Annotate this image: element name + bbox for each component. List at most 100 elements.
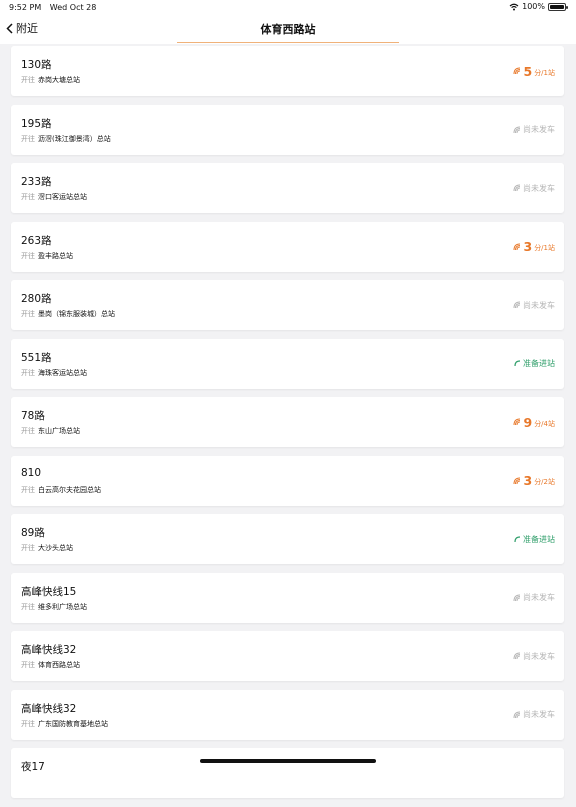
status-not-departed: 尚未发车 bbox=[513, 163, 555, 213]
route-card[interactable]: 233路开往 滘口客运站总站 尚未发车 bbox=[11, 163, 564, 213]
destination-name: 墨岗（锦东服装城）总站 bbox=[38, 310, 115, 318]
route-card[interactable]: 高峰快线32 开往 广东国防教育基地总站 尚未发车 bbox=[11, 689, 564, 740]
status-text: 尚未发车 bbox=[523, 593, 555, 602]
signal-icon bbox=[513, 418, 521, 426]
signal-icon bbox=[513, 126, 521, 133]
signal-icon bbox=[513, 594, 521, 601]
eta-unit: 分/1站 bbox=[534, 68, 555, 77]
destination-prefix: 开往 bbox=[21, 193, 35, 201]
arriving-icon bbox=[514, 535, 521, 542]
page-title: 体育西路站 bbox=[260, 23, 316, 36]
signal-icon bbox=[513, 67, 521, 75]
status-text: 尚未发车 bbox=[523, 183, 555, 193]
status-arriving: 准备进站 bbox=[514, 514, 555, 564]
route-card[interactable]: 78路开往 东山广场总站 9 分/4站 bbox=[11, 397, 564, 447]
destination-name: 大沙头总站 bbox=[38, 544, 73, 552]
route-name: 高峰快线32 bbox=[21, 702, 77, 715]
route-destination: 开往 滘口客运站总站 bbox=[21, 192, 87, 202]
destination-prefix: 开往 bbox=[21, 719, 35, 728]
route-card[interactable]: 高峰快线32 开往 体育西路总站 尚未发车 bbox=[11, 631, 564, 681]
status-text: 尚未发车 bbox=[523, 710, 555, 719]
route-name: 130路 bbox=[21, 59, 52, 71]
signal-icon bbox=[513, 652, 521, 660]
eta-unit: 分/1站 bbox=[534, 244, 555, 252]
destination-name: 白云高尔夫花园总站 bbox=[38, 485, 101, 494]
status-right: 100% bbox=[509, 2, 568, 11]
route-destination: 开往 大沙头总站 bbox=[21, 543, 73, 553]
status-eta: 3 分/1站 bbox=[513, 222, 555, 272]
status-text: 准备进站 bbox=[523, 359, 555, 368]
status-not-departed: 尚未发车 bbox=[513, 690, 555, 740]
route-list: 130路 开往 赤岗大塘总站 5 分/1站 195路 开往 沥滘(珠江御景湾）总站 尚未发车 23… bbox=[11, 46, 564, 807]
status-text: 准备进站 bbox=[523, 534, 555, 544]
destination-name: 盈丰路总站 bbox=[38, 251, 73, 260]
route-name: 233路 bbox=[21, 176, 52, 188]
destination-prefix: 开往 bbox=[21, 368, 35, 377]
nav-bar: 附近 体育西路站 bbox=[0, 14, 576, 44]
route-card[interactable]: 89路开往 大沙头总站 准备进站 bbox=[11, 514, 564, 564]
route-card[interactable]: 280路开往 墨岗（锦东服装城）总站 尚未发车 bbox=[11, 280, 564, 330]
arriving-icon bbox=[514, 360, 521, 367]
route-card[interactable]: 夜17 bbox=[11, 748, 564, 798]
route-card[interactable]: 130路开往 赤岗大塘总站 5 分/1站 bbox=[11, 46, 564, 96]
eta-unit: 分/2站 bbox=[534, 478, 555, 486]
route-name: 195路 bbox=[21, 117, 52, 130]
destination-prefix: 开往 bbox=[21, 134, 35, 143]
destination-prefix: 开往 bbox=[21, 485, 35, 494]
destination-name: 广东国防教育基地总站 bbox=[38, 719, 108, 728]
route-name: 89路 bbox=[21, 527, 45, 539]
destination-prefix: 开往 bbox=[21, 251, 35, 260]
route-name: 高峰快线32 bbox=[21, 644, 77, 656]
eta-minutes: 9 bbox=[523, 414, 533, 430]
route-destination: 开往 白云高尔夫花园总站 bbox=[21, 485, 101, 495]
status-eta: 9 分/4站 bbox=[513, 397, 555, 447]
signal-icon bbox=[513, 477, 521, 484]
route-destination: 开往 维多利广场总站 bbox=[21, 602, 87, 612]
destination-prefix: 开往 bbox=[21, 310, 35, 318]
title-underline bbox=[177, 42, 399, 43]
route-name: 280路 bbox=[21, 293, 52, 305]
destination-name: 赤岗大塘总站 bbox=[38, 76, 80, 84]
signal-icon bbox=[513, 184, 521, 192]
status-not-departed: 尚未发车 bbox=[513, 631, 555, 681]
destination-prefix: 开往 bbox=[21, 427, 35, 435]
route-name: 810 bbox=[21, 466, 42, 479]
eta-minutes: 3 bbox=[523, 473, 533, 488]
route-destination: 开往 赤岗大塘总站 bbox=[21, 75, 80, 85]
status-not-departed: 尚未发车 bbox=[513, 280, 555, 330]
destination-name: 海珠客运站总站 bbox=[38, 368, 87, 377]
destination-name: 沥滘(珠江御景湾）总站 bbox=[38, 134, 111, 143]
status-arriving: 准备进站 bbox=[514, 339, 555, 389]
route-card[interactable]: 高峰快线15 开往 维多利广场总站 尚未发车 bbox=[11, 572, 564, 623]
destination-prefix: 开往 bbox=[21, 76, 35, 84]
eta-minutes: 5 bbox=[523, 63, 533, 79]
status-date: Wed Oct 28 bbox=[49, 3, 97, 12]
route-card[interactable]: 195路开往 沥滘(珠江御景湾）总站 尚未发车 bbox=[11, 104, 564, 155]
wifi-icon bbox=[509, 3, 519, 10]
signal-icon bbox=[513, 301, 521, 309]
route-destination: 开往 沥滘(珠江御景湾）总站 bbox=[21, 134, 111, 144]
destination-prefix: 开往 bbox=[21, 661, 35, 669]
route-card[interactable]: 810 开往 白云高尔夫花园总站 3 分/2站 bbox=[11, 455, 564, 506]
route-card[interactable]: 263路 开往 盈丰路总站 3 分/1站 bbox=[11, 221, 564, 272]
battery-percent: 100% bbox=[522, 2, 545, 11]
route-destination: 开往 墨岗（锦东服装城）总站 bbox=[21, 309, 115, 319]
route-card[interactable]: 551路 开往 海珠客运站总站 准备进站 bbox=[11, 338, 564, 389]
battery-icon bbox=[548, 2, 568, 11]
route-name: 78路 bbox=[21, 410, 45, 422]
destination-name: 体育西路总站 bbox=[38, 661, 80, 669]
eta-unit: 分/4站 bbox=[534, 419, 555, 428]
route-destination: 开往 体育西路总站 bbox=[21, 660, 80, 670]
status-text: 尚未发车 bbox=[523, 651, 555, 661]
route-destination: 开往 东山广场总站 bbox=[21, 426, 80, 436]
destination-name: 东山广场总站 bbox=[38, 427, 80, 435]
route-destination: 开往 海珠客运站总站 bbox=[21, 368, 87, 378]
route-name: 夜17 bbox=[21, 761, 45, 773]
destination-prefix: 开往 bbox=[21, 602, 35, 611]
status-text: 尚未发车 bbox=[523, 300, 555, 310]
route-name: 高峰快线15 bbox=[21, 585, 77, 598]
destination-name: 滘口客运站总站 bbox=[38, 193, 87, 201]
status-time: 9:52 PM bbox=[9, 3, 42, 12]
status-not-departed: 尚未发车 bbox=[513, 105, 555, 155]
status-text: 尚未发车 bbox=[523, 125, 555, 134]
